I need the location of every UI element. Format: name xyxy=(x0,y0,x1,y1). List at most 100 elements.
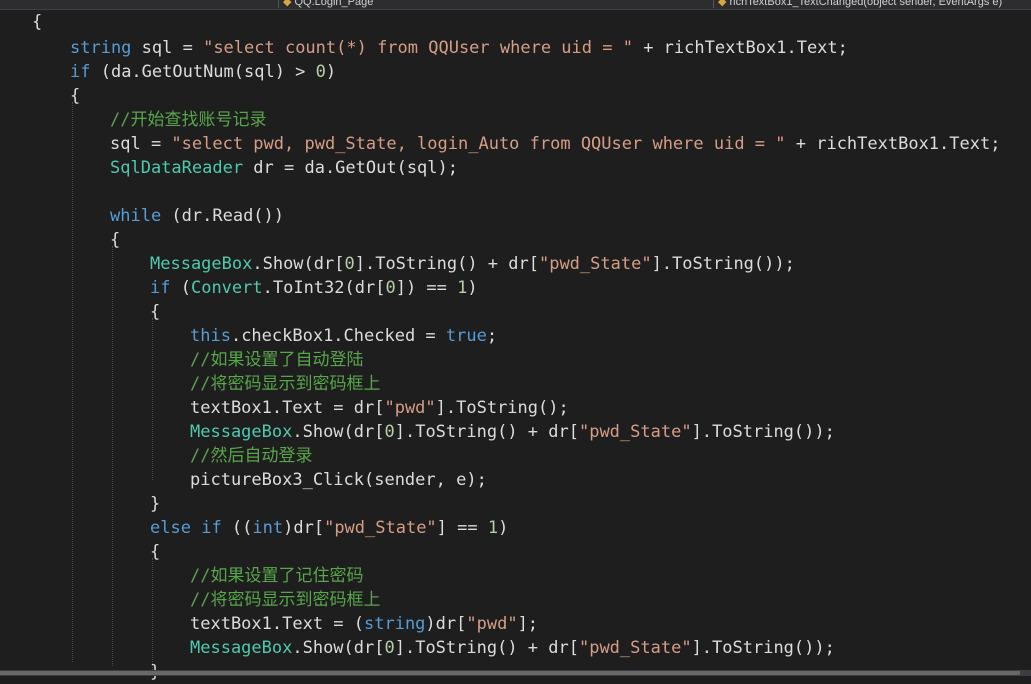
code-token: sql = xyxy=(131,38,204,58)
code-token: 1 xyxy=(487,518,499,538)
code-token: ].ToString() + dr[ xyxy=(394,638,579,658)
class-dropdown[interactable]: ◆ QQ.Login_Page xyxy=(278,0,703,8)
code-token: SqlDataReader xyxy=(110,158,244,178)
code-token: "pwd_State" xyxy=(578,638,692,658)
code-token: else xyxy=(150,518,191,538)
code-line[interactable]: if (Convert.ToInt32(dr[0]) == 1) xyxy=(150,276,478,300)
code-token: textBox1.Text = dr[ xyxy=(190,398,385,418)
code-token: MessageBox xyxy=(150,254,253,274)
code-token: )dr[ xyxy=(283,518,325,538)
code-token: ) xyxy=(467,278,478,298)
code-token: sql = xyxy=(110,134,172,154)
code-token: ) xyxy=(325,62,337,82)
code-token: "select pwd, pwd_State, login_Auto from … xyxy=(171,134,786,154)
code-token: //如果设置了自动登陆 xyxy=(190,350,364,370)
code-token: if xyxy=(70,62,91,82)
code-token: .ToInt32(dr[ xyxy=(262,278,386,298)
code-token: .Show(dr[ xyxy=(292,422,385,442)
code-line[interactable]: MessageBox.Show(dr[0].ToString() + dr["p… xyxy=(150,252,795,276)
code-token: if xyxy=(150,278,171,298)
class-icon: ◆ xyxy=(283,0,292,8)
code-token: ]) == xyxy=(395,278,458,298)
code-token: (dr.Read()) xyxy=(161,206,285,226)
code-line[interactable]: MessageBox.Show(dr[0].ToString() + dr["p… xyxy=(190,420,835,444)
code-token: 0 xyxy=(384,422,395,442)
code-token: ; xyxy=(486,326,498,346)
code-token: (da.GetOutNum(sql) > xyxy=(90,62,316,82)
code-token: 0 xyxy=(315,62,326,82)
code-token: Convert xyxy=(190,278,263,298)
code-token: "pwd_State" xyxy=(538,254,652,274)
code-line[interactable]: textBox1.Text = (string)dr["pwd"]; xyxy=(190,612,538,636)
code-token: ].ToString(); xyxy=(435,398,569,418)
code-token: + richTextBox1.Text; xyxy=(785,134,1001,154)
indent-guide xyxy=(152,318,153,480)
code-token: )dr[ xyxy=(425,614,467,634)
code-token: //将密码显示到密码框上 xyxy=(190,590,381,610)
code-token: pictureBox3_Click(sender, e); xyxy=(190,470,487,490)
code-line[interactable]: { xyxy=(32,10,42,34)
code-token: ].ToString() + dr[ xyxy=(354,254,539,274)
member-dropdown-label: richTextBox1_TextChanged(object sender, … xyxy=(729,0,1003,8)
code-token: MessageBox xyxy=(190,422,293,442)
code-line[interactable]: //开始查找账号记录 xyxy=(110,108,266,132)
code-token: (( xyxy=(221,518,253,538)
code-token: 0 xyxy=(344,254,355,274)
code-token: ].ToString()); xyxy=(651,254,795,274)
code-line[interactable]: //如果设置了记住密码 xyxy=(190,564,363,588)
code-token: ].ToString()); xyxy=(691,422,835,442)
code-editor[interactable]: { string sql = "select count(*) from QQUs… xyxy=(0,10,1031,682)
code-token: dr = da.GetOut(sql); xyxy=(243,158,458,178)
code-line[interactable]: while (dr.Read()) xyxy=(110,204,284,228)
code-token: "pwd_State" xyxy=(578,422,692,442)
code-token: string xyxy=(364,614,426,634)
code-line[interactable]: sql = "select pwd, pwd_State, login_Auto… xyxy=(110,132,1000,156)
code-line[interactable]: //将密码显示到密码框上 xyxy=(190,588,380,612)
code-line[interactable]: //如果设置了自动登陆 xyxy=(190,348,363,372)
navigation-bar: ◆ QQ.Login_Page ◆ richTextBox1_TextChanged… xyxy=(0,0,1031,10)
code-token: ] == xyxy=(436,518,488,538)
code-token: textBox1.Text = ( xyxy=(190,614,364,634)
code-token: this xyxy=(190,326,231,346)
code-token: string xyxy=(70,38,132,58)
code-line[interactable]: } xyxy=(150,492,160,516)
scrollbar-thumb[interactable] xyxy=(0,671,1020,675)
code-token: if xyxy=(201,518,222,538)
code-token: .Show(dr[ xyxy=(252,254,345,274)
code-token: .checkBox1.Checked = xyxy=(230,326,446,346)
indent-guide xyxy=(72,102,73,662)
code-line[interactable]: //将密码显示到密码框上 xyxy=(190,372,380,396)
code-line[interactable]: this.checkBox1.Checked = true; xyxy=(190,324,497,348)
code-token: //如果设置了记住密码 xyxy=(190,566,364,586)
code-token: .Show(dr[ xyxy=(292,638,385,658)
code-token: 0 xyxy=(385,278,396,298)
horizontal-scrollbar[interactable] xyxy=(0,670,1031,676)
class-dropdown-label: QQ.Login_Page xyxy=(294,0,374,8)
indent-guide xyxy=(152,558,153,670)
code-token: } xyxy=(150,494,161,514)
code-line[interactable]: else if ((int)dr["pwd_State"] == 1) xyxy=(150,516,508,540)
code-token: int xyxy=(252,518,284,538)
code-line[interactable]: string sql = "select count(*) from QQUse… xyxy=(70,36,848,60)
code-token: ]; xyxy=(517,614,539,634)
code-token: while xyxy=(110,206,162,226)
code-line[interactable]: if (da.GetOutNum(sql) > 0) xyxy=(70,60,336,84)
code-token: ) xyxy=(498,518,509,538)
code-token: "pwd" xyxy=(384,398,436,418)
code-token: true xyxy=(445,326,487,346)
code-line[interactable]: MessageBox.Show(dr[0].ToString() + dr["p… xyxy=(190,636,835,660)
code-line[interactable]: //然后自动登录 xyxy=(190,444,312,468)
code-line[interactable]: textBox1.Text = dr["pwd"].ToString(); xyxy=(190,396,569,420)
indent-guide xyxy=(112,246,113,666)
code-token: MessageBox xyxy=(190,638,293,658)
code-token: 1 xyxy=(457,278,468,298)
code-line[interactable]: SqlDataReader dr = da.GetOut(sql); xyxy=(110,156,458,180)
code-token: "select count(*) from QQUser where uid =… xyxy=(203,38,633,58)
code-token: ].ToString() + dr[ xyxy=(394,422,579,442)
member-dropdown[interactable]: ◆ richTextBox1_TextChanged(object sender,… xyxy=(713,0,1031,8)
code-token: "pwd_State" xyxy=(324,518,437,538)
code-token: "pwd" xyxy=(466,614,518,634)
code-line[interactable]: pictureBox3_Click(sender, e); xyxy=(190,468,487,492)
code-token: ].ToString()); xyxy=(691,638,835,658)
